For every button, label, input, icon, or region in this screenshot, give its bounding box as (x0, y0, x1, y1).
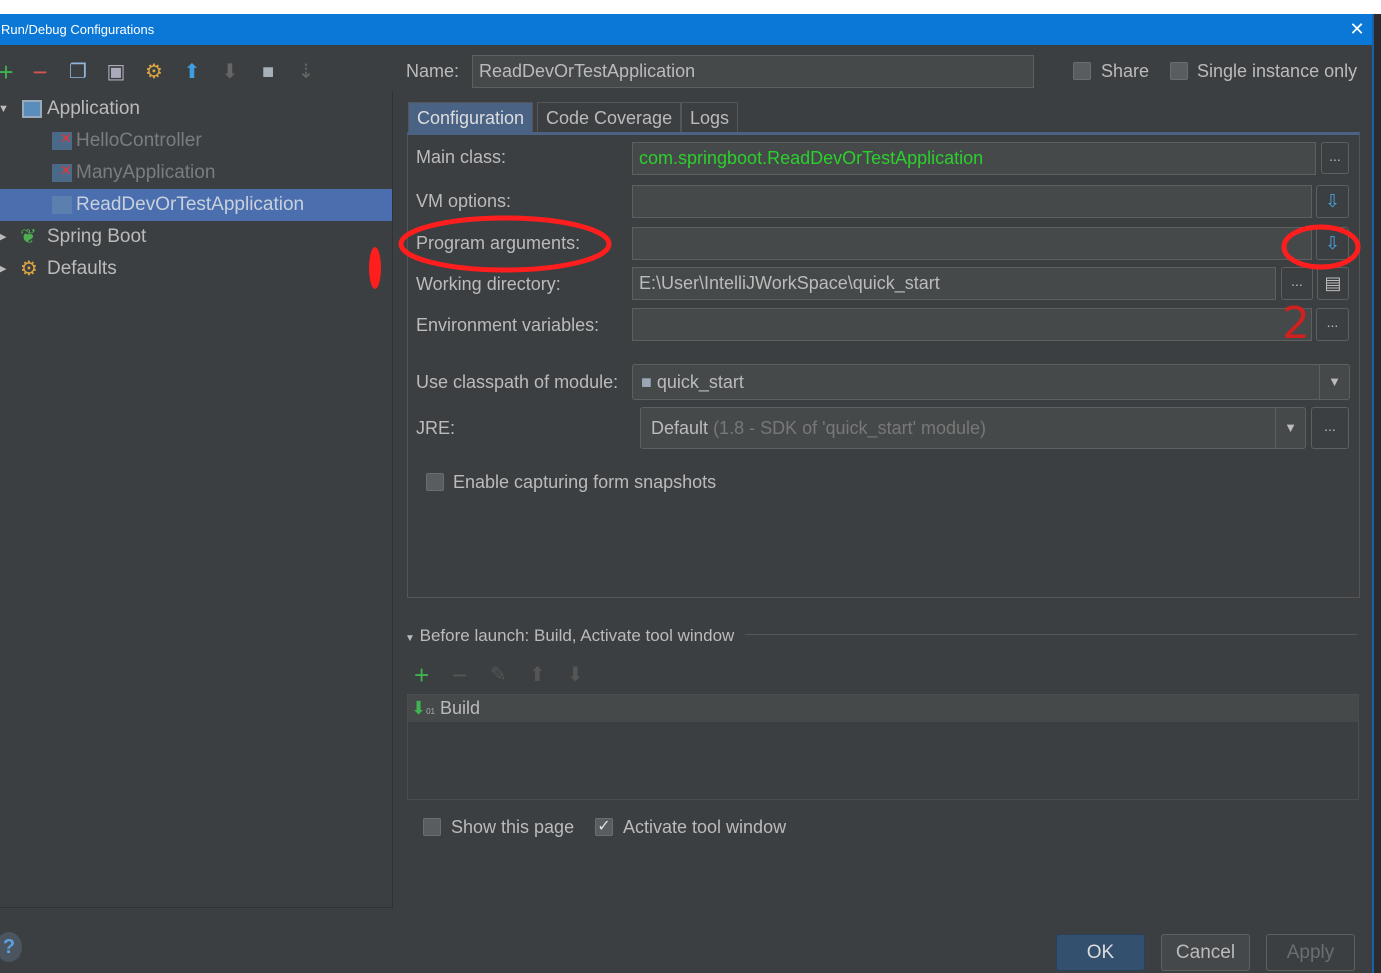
annotation-ellipse-expand-button (1281, 224, 1361, 270)
annotation-overlay: 2 (369, 215, 1361, 349)
annotation-number: 2 (1282, 298, 1310, 349)
annotation-mark (369, 247, 381, 289)
annotation-ellipse-program-args (398, 215, 612, 273)
